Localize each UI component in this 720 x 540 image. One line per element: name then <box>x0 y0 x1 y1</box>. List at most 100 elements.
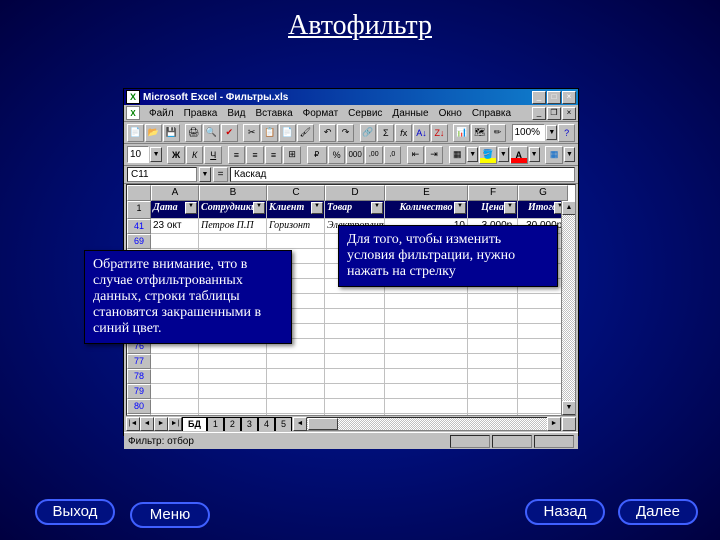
fill-color-icon[interactable]: 🪣 <box>479 146 497 164</box>
empty-cell[interactable] <box>385 309 468 324</box>
empty-cell[interactable] <box>199 399 267 414</box>
row-header-78[interactable]: 78 <box>127 369 151 384</box>
empty-cell[interactable] <box>267 369 325 384</box>
tab-nav-last-icon[interactable]: ►| <box>168 417 182 431</box>
empty-cell[interactable] <box>267 234 325 249</box>
borders-arrow-icon[interactable]: ▼ <box>467 147 478 162</box>
sheet-tab-bd[interactable]: БД <box>182 417 207 431</box>
col-header-b[interactable]: B <box>199 185 267 201</box>
empty-cell[interactable] <box>151 384 199 399</box>
empty-cell[interactable] <box>468 384 518 399</box>
empty-cell[interactable] <box>267 384 325 399</box>
back-button[interactable]: Назад <box>525 499 605 525</box>
document-icon[interactable]: X <box>126 106 140 120</box>
empty-cell[interactable] <box>325 309 385 324</box>
empty-cell[interactable] <box>385 384 468 399</box>
minimize-button[interactable]: _ <box>532 91 546 104</box>
empty-cell[interactable] <box>151 354 199 369</box>
scroll-down-icon[interactable]: ▼ <box>562 401 576 415</box>
sheet-tab-2[interactable]: 2 <box>224 417 241 431</box>
row-header-80[interactable]: 80 <box>127 399 151 414</box>
menu-window[interactable]: Окно <box>434 108 467 119</box>
doc-close-button[interactable]: × <box>562 107 576 120</box>
tab-nav-prev-icon[interactable]: ◄ <box>140 417 154 431</box>
empty-cell[interactable] <box>199 414 267 416</box>
spellcheck-icon[interactable]: ✔ <box>221 124 238 142</box>
empty-cell[interactable] <box>385 339 468 354</box>
filter-arrow-qty[interactable] <box>454 202 466 214</box>
empty-cell[interactable] <box>468 354 518 369</box>
autosum-icon[interactable]: Σ <box>377 124 394 142</box>
fill-arrow-icon[interactable]: ▼ <box>498 147 509 162</box>
col-header-c[interactable]: C <box>267 185 325 201</box>
empty-cell[interactable] <box>385 399 468 414</box>
currency-icon[interactable]: ₽ <box>307 146 327 164</box>
filter-arrow-date[interactable] <box>185 202 197 214</box>
menu-insert[interactable]: Вставка <box>250 108 297 119</box>
empty-cell[interactable] <box>199 234 267 249</box>
filter-arrow-client[interactable] <box>311 202 323 214</box>
empty-cell[interactable] <box>151 369 199 384</box>
empty-cell[interactable] <box>325 354 385 369</box>
drawing-icon[interactable]: ✏ <box>489 124 506 142</box>
format-painter-icon[interactable]: 🖌 <box>297 124 314 142</box>
empty-cell[interactable] <box>267 414 325 416</box>
menu-tools[interactable]: Сервис <box>343 108 387 119</box>
maximize-button[interactable]: □ <box>547 91 561 104</box>
menu-button[interactable]: Меню <box>130 502 210 528</box>
col-header-e[interactable]: E <box>385 185 468 201</box>
menu-file[interactable]: Файл <box>144 108 179 119</box>
grid-arrow-icon[interactable]: ▼ <box>564 147 575 162</box>
empty-cell[interactable] <box>468 324 518 339</box>
align-left-icon[interactable]: ≡ <box>228 146 246 164</box>
zoom-combo[interactable]: 100% <box>512 124 546 141</box>
name-box[interactable]: C11 <box>127 167 197 182</box>
next-button[interactable]: Далее <box>618 499 698 525</box>
row-header-1[interactable]: 1 <box>127 201 151 219</box>
gridlines-icon[interactable]: ▦ <box>545 146 563 164</box>
help-icon[interactable]: ? <box>558 124 575 142</box>
filter-arrow-product[interactable] <box>371 202 383 214</box>
sheet-tab-4[interactable]: 4 <box>258 417 275 431</box>
doc-minimize-button[interactable]: _ <box>532 107 546 120</box>
menu-format[interactable]: Формат <box>298 108 344 119</box>
copy-icon[interactable]: 📋 <box>261 124 278 142</box>
thousands-icon[interactable]: 000 <box>346 146 364 164</box>
formula-bar[interactable]: Каскад <box>230 167 575 182</box>
horizontal-scrollbar[interactable]: ◄ ► <box>293 417 561 431</box>
percent-icon[interactable]: % <box>328 146 346 164</box>
cell-a41[interactable]: 23 окт <box>151 219 199 234</box>
font-color-arrow-icon[interactable]: ▼ <box>529 147 540 162</box>
row-header-77[interactable]: 77 <box>127 354 151 369</box>
dec-decimal-icon[interactable]: ,0 <box>384 146 402 164</box>
align-center-icon[interactable]: ≡ <box>246 146 264 164</box>
empty-cell[interactable] <box>468 309 518 324</box>
formula-equals-button[interactable]: = <box>213 167 228 182</box>
row-header-81[interactable]: 81 <box>127 414 151 416</box>
tab-nav-next-icon[interactable]: ► <box>154 417 168 431</box>
redo-icon[interactable]: ↷ <box>337 124 354 142</box>
font-color-icon[interactable]: A <box>510 146 528 164</box>
row-header-41[interactable]: 41 <box>127 219 151 234</box>
row-header-69[interactable]: 69 <box>127 234 151 249</box>
italic-icon[interactable]: К <box>186 146 204 164</box>
empty-cell[interactable] <box>151 234 199 249</box>
sheet-tab-3[interactable]: 3 <box>241 417 258 431</box>
undo-icon[interactable]: ↶ <box>319 124 336 142</box>
sheet-tab-5[interactable]: 5 <box>275 417 292 431</box>
tab-nav-first-icon[interactable]: |◄ <box>126 417 140 431</box>
paste-icon[interactable]: 📄 <box>279 124 296 142</box>
function-icon[interactable]: fx <box>395 124 412 142</box>
map-icon[interactable]: 🗺 <box>471 124 488 142</box>
menu-data[interactable]: Данные <box>387 108 433 119</box>
borders-icon[interactable]: ▦ <box>449 146 467 164</box>
menu-view[interactable]: Вид <box>222 108 250 119</box>
scroll-right-icon[interactable]: ► <box>547 417 561 431</box>
empty-cell[interactable] <box>468 414 518 416</box>
row-header-79[interactable]: 79 <box>127 384 151 399</box>
empty-cell[interactable] <box>151 414 199 416</box>
inc-indent-icon[interactable]: ⇥ <box>425 146 443 164</box>
open-icon[interactable]: 📂 <box>145 124 162 142</box>
empty-cell[interactable] <box>468 369 518 384</box>
empty-cell[interactable] <box>385 354 468 369</box>
